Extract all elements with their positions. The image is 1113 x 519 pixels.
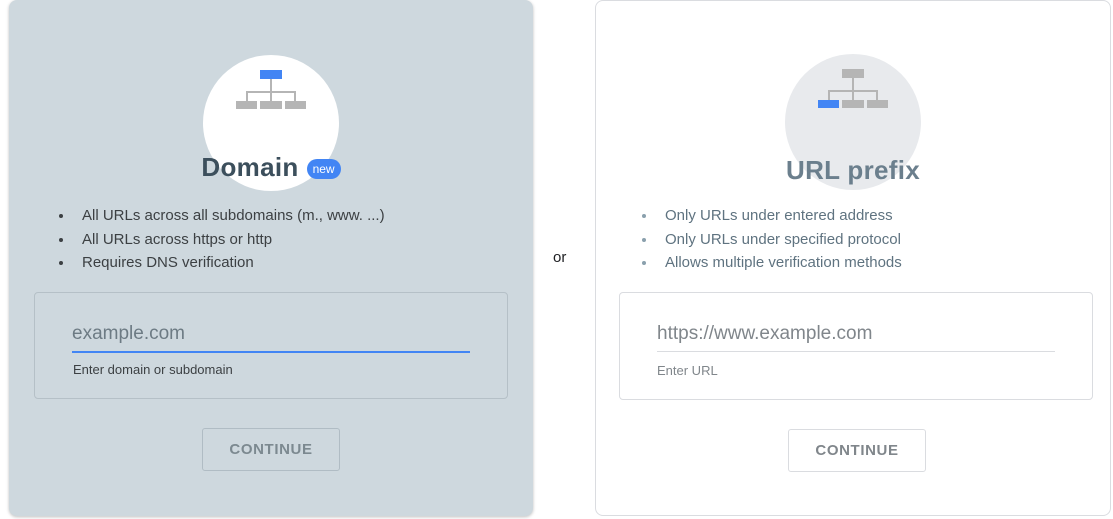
url-prefix-input-box: Enter URL [619,292,1093,400]
list-item: Only URLs under specified protocol [641,228,902,252]
url-prefix-title-row: URL prefix [596,155,1110,186]
domain-input-box: Enter domain or subdomain [34,292,508,399]
domain-feature-list: All URLs across all subdomains (m., www.… [58,204,385,275]
list-item: Only URLs under entered address [641,204,902,228]
domain-title-row: Domain new [9,152,533,183]
domain-input[interactable] [72,323,470,353]
url-prefix-input[interactable] [657,323,1055,352]
sitemap-icon [818,69,888,108]
domain-property-card[interactable]: Domain new All URLs across all subdomains… [9,0,533,516]
url-prefix-continue-button[interactable]: CONTINUE [788,429,926,472]
list-item: All URLs across https or http [58,228,385,252]
url-prefix-title: URL prefix [786,155,920,185]
sitemap-icon [236,70,306,109]
domain-continue-button[interactable]: CONTINUE [202,428,340,471]
list-item: All URLs across all subdomains (m., www.… [58,204,385,228]
domain-title: Domain [201,152,299,182]
url-prefix-feature-list: Only URLs under entered address Only URL… [641,204,902,275]
or-separator: or [553,249,567,266]
url-prefix-helper-text: Enter URL [657,363,718,378]
new-badge: new [306,158,341,179]
domain-helper-text: Enter domain or subdomain [73,362,233,377]
list-item: Requires DNS verification [58,251,385,275]
url-prefix-property-card[interactable]: URL prefix Only URLs under entered addre… [595,0,1111,516]
list-item: Allows multiple verification methods [641,251,902,275]
